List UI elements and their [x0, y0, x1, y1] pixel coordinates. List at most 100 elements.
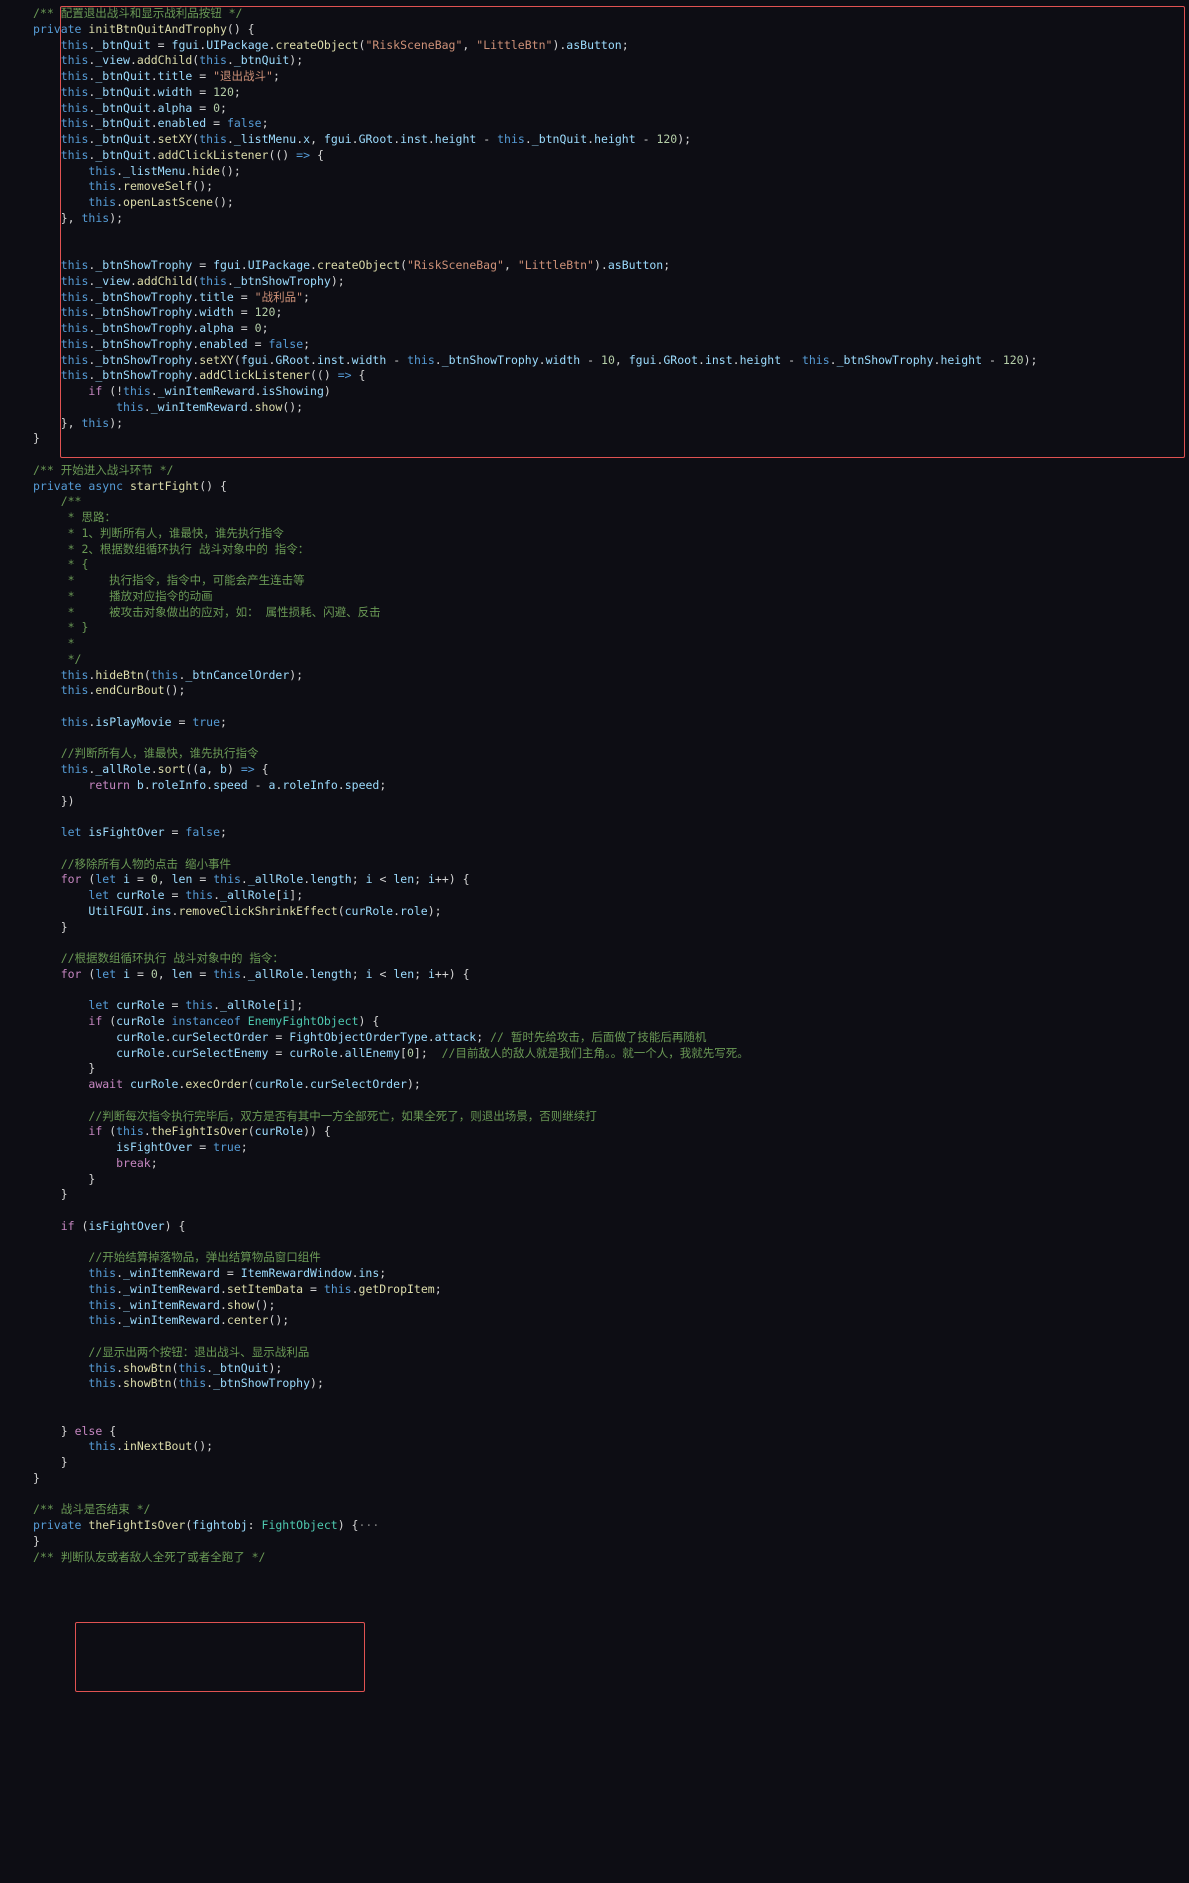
code-line[interactable]: * 被攻击对象做出的应对，如： 属性损耗、闪避、反击 [0, 605, 1189, 621]
code-line[interactable]: curRole.curSelectEnemy = curRole.allEnem… [0, 1046, 1189, 1062]
code-line[interactable]: /** 开始进入战斗环节 */ [0, 463, 1189, 479]
code-line[interactable]: //开始结算掉落物品，弹出结算物品窗口组件 [0, 1250, 1189, 1266]
code-line[interactable]: this._btnShowTrophy = fgui.UIPackage.cre… [0, 258, 1189, 274]
code-line[interactable]: this._btnQuit.alpha = 0; [0, 101, 1189, 117]
code-line[interactable]: * 2、根据数组循环执行 战斗对象中的 指令： [0, 542, 1189, 558]
code-line[interactable]: if (this.theFightIsOver(curRole)) { [0, 1124, 1189, 1140]
code-line[interactable]: let curRole = this._allRole[i]; [0, 888, 1189, 904]
code-line[interactable]: this._btnQuit.setXY(this._listMenu.x, fg… [0, 132, 1189, 148]
code-line[interactable]: curRole.curSelectOrder = FightObjectOrde… [0, 1030, 1189, 1046]
code-line[interactable]: UtilFGUI.ins.removeClickShrinkEffect(cur… [0, 904, 1189, 920]
code-line[interactable]: this.openLastScene(); [0, 195, 1189, 211]
code-line[interactable]: this._btnShowTrophy.alpha = 0; [0, 321, 1189, 337]
code-line[interactable]: } [0, 1061, 1189, 1077]
code-line[interactable]: } [0, 920, 1189, 936]
code-line[interactable] [0, 1203, 1189, 1219]
code-line[interactable]: this._btnShowTrophy.title = "战利品"; [0, 290, 1189, 306]
code-line[interactable]: /** 配置退出战斗和显示战利品按钮 */ [0, 6, 1189, 22]
code-line[interactable]: return b.roleInfo.speed - a.roleInfo.spe… [0, 778, 1189, 794]
code-line[interactable]: this._listMenu.hide(); [0, 164, 1189, 180]
code-line[interactable]: this._btnShowTrophy.width = 120; [0, 305, 1189, 321]
code-line[interactable] [0, 1392, 1189, 1408]
code-line[interactable] [0, 1329, 1189, 1345]
code-line[interactable]: if (isFightOver) { [0, 1219, 1189, 1235]
code-line[interactable]: * 执行指令，指令中，可能会产生连击等 [0, 573, 1189, 589]
code-line[interactable]: this._winItemReward.center(); [0, 1313, 1189, 1329]
code-line[interactable]: for (let i = 0, len = this._allRole.leng… [0, 967, 1189, 983]
code-line[interactable]: if (!this._winItemReward.isShowing) [0, 384, 1189, 400]
code-line[interactable]: /** 判断队友或者敌人全死了或者全跑了 */ [0, 1550, 1189, 1566]
code-line[interactable]: this._btnShowTrophy.addClickListener(() … [0, 368, 1189, 384]
code-line[interactable]: this._winItemReward.show(); [0, 1298, 1189, 1314]
code-line[interactable] [0, 699, 1189, 715]
code-line[interactable]: this.hideBtn(this._btnCancelOrder); [0, 668, 1189, 684]
code-line[interactable]: isFightOver = true; [0, 1140, 1189, 1156]
code-line[interactable]: } [0, 1187, 1189, 1203]
code-line[interactable]: this._btnQuit = fgui.UIPackage.createObj… [0, 38, 1189, 54]
code-line[interactable]: this._btnQuit.enabled = false; [0, 116, 1189, 132]
code-line[interactable]: this.removeSelf(); [0, 179, 1189, 195]
code-editor[interactable]: /** 配置退出战斗和显示战利品按钮 */private initBtnQuit… [0, 0, 1189, 1883]
code-line[interactable]: private async startFight() { [0, 479, 1189, 495]
code-line[interactable]: } [0, 431, 1189, 447]
code-line[interactable] [0, 447, 1189, 463]
code-line[interactable]: this._btnQuit.addClickListener(() => { [0, 148, 1189, 164]
code-line[interactable]: let isFightOver = false; [0, 825, 1189, 841]
code-line[interactable]: * [0, 636, 1189, 652]
code-line[interactable]: * { [0, 557, 1189, 573]
code-content[interactable]: /** 配置退出战斗和显示战利品按钮 */private initBtnQuit… [0, 0, 1189, 1565]
code-line[interactable]: break; [0, 1156, 1189, 1172]
code-line[interactable]: if (curRole instanceof EnemyFightObject)… [0, 1014, 1189, 1030]
code-line[interactable] [0, 242, 1189, 258]
code-line[interactable] [0, 1408, 1189, 1424]
code-line[interactable]: }, this); [0, 416, 1189, 432]
code-line[interactable]: * } [0, 620, 1189, 636]
code-line[interactable]: this._winItemReward = ItemRewardWindow.i… [0, 1266, 1189, 1282]
code-line[interactable]: this.showBtn(this._btnShowTrophy); [0, 1376, 1189, 1392]
code-line[interactable]: this.showBtn(this._btnQuit); [0, 1361, 1189, 1377]
code-line[interactable] [0, 935, 1189, 951]
code-line[interactable]: this._btnQuit.width = 120; [0, 85, 1189, 101]
code-line[interactable]: await curRole.execOrder(curRole.curSelec… [0, 1077, 1189, 1093]
code-line[interactable]: //根据数组循环执行 战斗对象中的 指令： [0, 951, 1189, 967]
code-line[interactable] [0, 841, 1189, 857]
code-line[interactable]: this._btnQuit.title = "退出战斗"; [0, 69, 1189, 85]
code-line[interactable] [0, 227, 1189, 243]
code-line[interactable] [0, 1487, 1189, 1503]
code-line[interactable]: }) [0, 794, 1189, 810]
code-line[interactable]: this._btnShowTrophy.enabled = false; [0, 337, 1189, 353]
code-line[interactable]: } [0, 1534, 1189, 1550]
code-line[interactable]: /** [0, 494, 1189, 510]
code-line[interactable]: this._winItemReward.show(); [0, 400, 1189, 416]
code-line[interactable] [0, 1235, 1189, 1251]
code-line[interactable]: //判断所有人，谁最快，谁先执行指令 [0, 746, 1189, 762]
code-line[interactable]: this._winItemReward.setItemData = this.g… [0, 1282, 1189, 1298]
code-line[interactable]: */ [0, 652, 1189, 668]
code-line[interactable]: this._btnShowTrophy.setXY(fgui.GRoot.ins… [0, 353, 1189, 369]
code-line[interactable]: this._allRole.sort((a, b) => { [0, 762, 1189, 778]
code-line[interactable] [0, 1093, 1189, 1109]
code-line[interactable]: //移除所有人物的点击 缩小事件 [0, 857, 1189, 873]
code-line[interactable] [0, 809, 1189, 825]
code-line[interactable]: for (let i = 0, len = this._allRole.leng… [0, 872, 1189, 888]
code-line[interactable]: * 1、判断所有人，谁最快，谁先执行指令 [0, 526, 1189, 542]
code-line[interactable]: private theFightIsOver(fightobj: FightOb… [0, 1518, 1189, 1534]
code-line[interactable]: this.isPlayMovie = true; [0, 715, 1189, 731]
code-line[interactable] [0, 983, 1189, 999]
code-line[interactable]: let curRole = this._allRole[i]; [0, 998, 1189, 1014]
code-line[interactable]: private initBtnQuitAndTrophy() { [0, 22, 1189, 38]
code-line[interactable]: this._view.addChild(this._btnShowTrophy)… [0, 274, 1189, 290]
code-line[interactable]: this.inNextBout(); [0, 1439, 1189, 1455]
code-line[interactable]: * 思路： [0, 510, 1189, 526]
code-line[interactable]: } [0, 1471, 1189, 1487]
code-line[interactable]: //判断每次指令执行完毕后，双方是否有其中一方全部死亡，如果全死了，则退出场景，… [0, 1109, 1189, 1125]
code-line[interactable]: /** 战斗是否结束 */ [0, 1502, 1189, 1518]
code-line[interactable]: } [0, 1172, 1189, 1188]
code-line[interactable]: //显示出两个按钮：退出战斗、显示战利品 [0, 1345, 1189, 1361]
code-line[interactable]: this._view.addChild(this._btnQuit); [0, 53, 1189, 69]
code-line[interactable]: }, this); [0, 211, 1189, 227]
code-line[interactable]: * 播放对应指令的动画 [0, 589, 1189, 605]
code-line[interactable]: this.endCurBout(); [0, 683, 1189, 699]
code-line[interactable]: } [0, 1455, 1189, 1471]
code-line[interactable] [0, 731, 1189, 747]
